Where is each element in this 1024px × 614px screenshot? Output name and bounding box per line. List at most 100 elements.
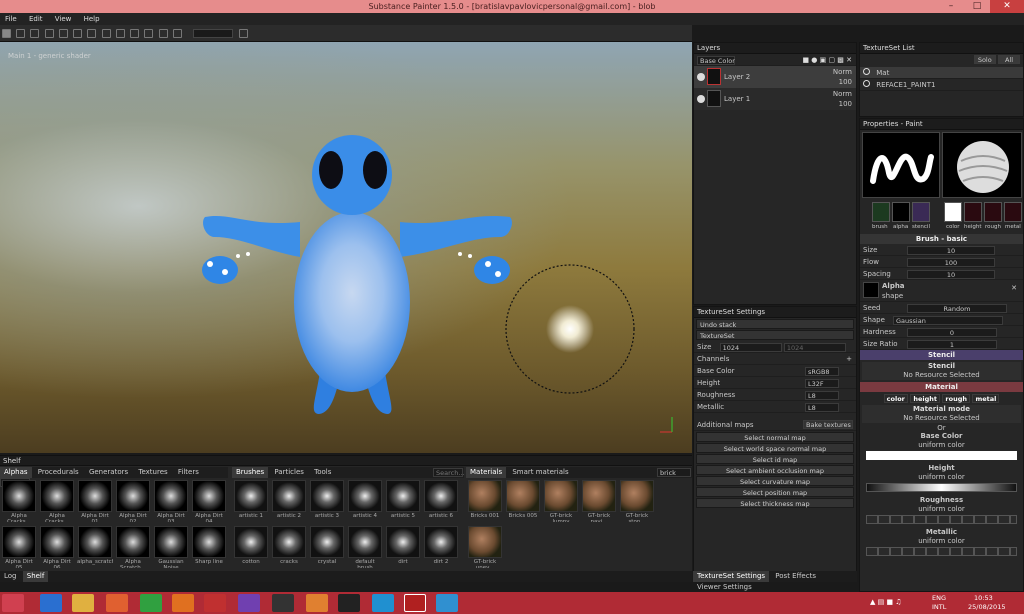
textureset-item[interactable]: Mat: [860, 67, 1023, 79]
material-section-header[interactable]: Material: [860, 382, 1023, 392]
roughness-slider[interactable]: [866, 515, 1017, 524]
alpha-item[interactable]: Alpha Cracks...: [1, 480, 37, 522]
minimize-button[interactable]: –: [938, 0, 964, 13]
brush-item[interactable]: dirt 2: [423, 526, 459, 568]
media-player-icon[interactable]: [106, 594, 128, 612]
alpha-item[interactable]: Alpha Cracks...: [39, 480, 75, 522]
select-world-normal-map-button[interactable]: Select world space normal map: [696, 443, 854, 453]
clone-tool-icon[interactable]: [73, 29, 83, 38]
brush-item[interactable]: artistic 1: [233, 480, 269, 522]
color-slot-icon[interactable]: [944, 202, 962, 222]
select-id-map-button[interactable]: Select id map: [696, 454, 854, 464]
layer-opacity[interactable]: 100: [839, 100, 852, 108]
height-slider[interactable]: [866, 483, 1017, 492]
view-mode-icon[interactable]: [144, 29, 154, 38]
all-button[interactable]: All: [998, 55, 1020, 64]
brush-pen-icon[interactable]: [239, 29, 249, 38]
alpha-item[interactable]: Alpha Dirt 06: [39, 526, 75, 568]
app-icon[interactable]: [338, 594, 360, 612]
select-normal-map-button[interactable]: Select normal map: [696, 432, 854, 442]
stencil-slot[interactable]: Stencil No Resource Selected: [862, 362, 1021, 380]
symmetry-icon[interactable]: [101, 29, 111, 38]
tray-icons[interactable]: ▲ ▤ ■ ♫: [870, 598, 902, 606]
stencil-slot-icon[interactable]: [912, 202, 930, 222]
channel-format[interactable]: L32F: [805, 378, 839, 388]
alpha-slot-icon[interactable]: [892, 202, 910, 222]
tab-tools[interactable]: Tools: [310, 467, 335, 478]
tab-textureset-settings[interactable]: TextureSet Settings: [693, 571, 770, 582]
size-slider[interactable]: 10: [907, 245, 995, 255]
alpha-item[interactable]: alpha_scratch...: [77, 526, 113, 568]
blender-icon[interactable]: [306, 594, 328, 612]
brush-item[interactable]: artistic 6: [423, 480, 459, 522]
tab-alphas[interactable]: Alphas: [0, 467, 32, 478]
metal-slot-icon[interactable]: [1004, 202, 1022, 222]
brush-item[interactable]: artistic 5: [385, 480, 421, 522]
layer-opacity[interactable]: 100: [839, 78, 852, 86]
close-button[interactable]: ✕: [990, 0, 1024, 13]
tab-smart-materials[interactable]: Smart materials: [508, 467, 572, 478]
eye-icon[interactable]: [697, 73, 705, 81]
alpha-item[interactable]: Alpha Dirt 04: [191, 480, 227, 522]
visual-studio-icon[interactable]: [238, 594, 260, 612]
menu-file[interactable]: File: [5, 15, 17, 23]
app-icon-2[interactable]: [436, 594, 458, 612]
tray-date[interactable]: 25/08/2015: [968, 603, 1005, 611]
flow-slider[interactable]: 100: [907, 257, 995, 267]
brush-item[interactable]: default brush: [347, 526, 383, 568]
size-select[interactable]: 1024: [719, 342, 782, 352]
add-channel-icon[interactable]: +: [846, 353, 852, 364]
epic-games-icon[interactable]: [272, 594, 294, 612]
render-icon[interactable]: [158, 29, 168, 38]
material-mode-slot[interactable]: Material mode No Resource Selected: [862, 405, 1021, 423]
tray-time[interactable]: 10:53: [974, 594, 993, 602]
material-rough-toggle[interactable]: rough: [942, 393, 970, 403]
material-item[interactable]: GT-brick ston...: [619, 480, 655, 522]
layer-tools-icons[interactable]: ■ ● ▣ ▢ ▩ ✕: [802, 54, 852, 65]
channel-format[interactable]: sRGB8: [805, 366, 839, 376]
3d-viewport[interactable]: Main 1 - generic shader: [0, 42, 692, 453]
alpha-item[interactable]: Gaussian Noise: [153, 526, 189, 568]
bake-textures-button[interactable]: Bake textures: [803, 420, 853, 429]
material-search-input[interactable]: brick: [657, 468, 691, 477]
radio-icon[interactable]: [863, 68, 870, 75]
projection-tool-icon[interactable]: [30, 29, 40, 38]
tab-filters[interactable]: Filters: [174, 467, 203, 478]
size-ratio-slider[interactable]: 1: [907, 339, 997, 349]
start-button-icon[interactable]: [2, 594, 24, 612]
shape-select[interactable]: Gaussian: [893, 315, 1003, 325]
material-height-toggle[interactable]: height: [910, 393, 940, 403]
select-ao-map-button[interactable]: Select ambient occlusion map: [696, 465, 854, 475]
layer-blend[interactable]: Norm: [833, 90, 852, 98]
stencil-section-header[interactable]: Stencil: [860, 350, 1023, 360]
menu-help[interactable]: Help: [84, 15, 100, 23]
textureset-item[interactable]: REFACE1_PAINT1: [860, 79, 1023, 91]
settings-icon[interactable]: [172, 29, 182, 38]
alpha-item[interactable]: Alpha Dirt 01: [77, 480, 113, 522]
hardness-slider[interactable]: 0: [907, 327, 997, 337]
internet-explorer-icon[interactable]: [40, 594, 62, 612]
channel-format[interactable]: L8: [805, 402, 839, 412]
tab-brushes[interactable]: Brushes: [232, 467, 269, 478]
rough-slot-icon[interactable]: [984, 202, 1002, 222]
tab-particles[interactable]: Particles: [270, 467, 308, 478]
alpha-item[interactable]: Sharp line: [191, 526, 227, 568]
undo-stack-button[interactable]: Undo stack: [696, 319, 854, 329]
tray-language[interactable]: ENG: [932, 594, 946, 602]
tab-generators[interactable]: Generators: [85, 467, 132, 478]
brush-section-header[interactable]: Brush - basic: [860, 234, 1023, 244]
layer-row[interactable]: Layer 2 Norm 100: [694, 66, 856, 88]
material-item[interactable]: GT-brick lumpy: [543, 480, 579, 522]
lazy-mouse-icon[interactable]: [115, 29, 125, 38]
layer-row[interactable]: Layer 1 Norm 100: [694, 88, 856, 110]
tab-shelf[interactable]: Shelf: [22, 571, 49, 582]
file-explorer-icon[interactable]: [72, 594, 94, 612]
menu-edit[interactable]: Edit: [29, 15, 43, 23]
toolbar-slider[interactable]: [193, 29, 234, 38]
brush-item[interactable]: crystal: [309, 526, 345, 568]
tab-log[interactable]: Log: [0, 571, 21, 582]
brush-item[interactable]: cracks: [271, 526, 307, 568]
brush-item[interactable]: dirt: [385, 526, 421, 568]
select-position-map-button[interactable]: Select position map: [696, 487, 854, 497]
seed-field[interactable]: Random: [907, 303, 1007, 313]
